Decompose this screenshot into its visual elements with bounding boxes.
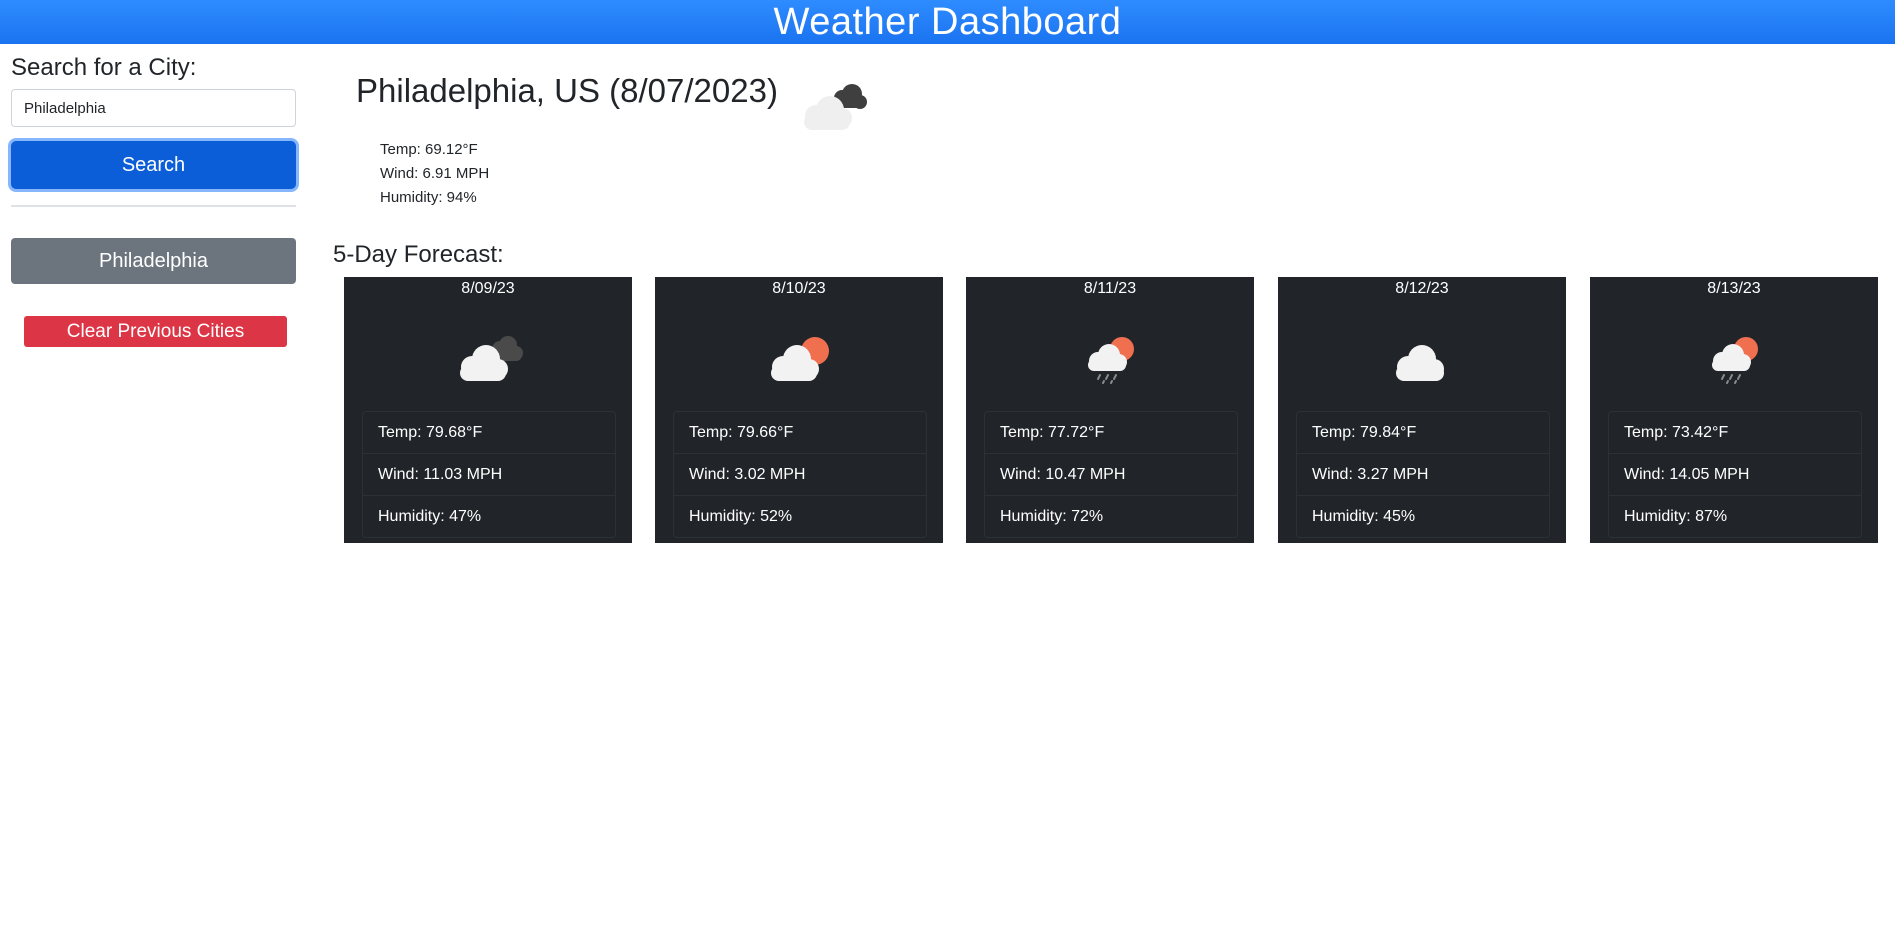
forecast-card: 8/12/23 Temp: 79.84°F Wind: 3.27 MPH Hum… — [1278, 277, 1566, 543]
current-details: Temp: 69.12°F Wind: 6.91 MPH Humidity: 9… — [380, 138, 489, 210]
forecast-card: 8/13/23 Temp: 73.42°F Wind: 14.05 MPH Hu… — [1590, 277, 1878, 543]
current-temp: Temp: 69.12°F — [380, 141, 478, 158]
forecast-stats: Temp: 79.68°F Wind: 11.03 MPH Humidity: … — [362, 411, 616, 538]
forecast-wind: Wind: 3.27 MPH — [1297, 454, 1549, 496]
forecast-date: 8/11/23 — [1083, 280, 1137, 297]
search-heading: Search for a City: — [11, 54, 197, 81]
partly-cloudy-sun-icon — [771, 337, 829, 381]
rain-sun-icon — [1712, 337, 1758, 384]
forecast-temp: Temp: 73.42°F — [1609, 412, 1861, 454]
forecast-humidity: Humidity: 87% — [1624, 508, 1728, 525]
current-weather: Philadelphia, US (8/07/2023) Temp: 69.12… — [356, 72, 867, 206]
forecast-wind: Wind: 3.02 MPH — [674, 454, 926, 496]
current-city-title: Philadelphia, US (8/07/2023) — [356, 72, 778, 109]
forecast-stats: Temp: 79.84°F Wind: 3.27 MPH Humidity: 4… — [1296, 411, 1550, 538]
forecast-humidity: Humidity: 52% — [689, 508, 793, 525]
forecast-date: 8/09/23 — [461, 280, 515, 297]
forecast-wind: Wind: 10.47 MPH — [985, 454, 1237, 496]
cloud-icon — [1396, 345, 1444, 381]
forecast-title: 5-Day Forecast: — [333, 241, 504, 268]
forecast-date: 8/12/23 — [1395, 280, 1449, 297]
current-humidity: Humidity: 94% — [380, 189, 477, 206]
forecast-stats: Temp: 73.42°F Wind: 14.05 MPH Humidity: … — [1608, 411, 1862, 538]
forecast-row: 8/09/23 Temp: 79.68°F Wind: 11.03 MPH Hu… — [344, 277, 1878, 543]
search-button[interactable]: Search — [11, 141, 296, 189]
forecast-temp: Temp: 77.72°F — [985, 412, 1237, 454]
page-title: Weather Dashboard — [773, 0, 1122, 43]
forecast-date: 8/10/23 — [772, 280, 826, 297]
history-city-button[interactable]: Philadelphia — [11, 238, 296, 284]
forecast-stats: Temp: 79.66°F Wind: 3.02 MPH Humidity: 5… — [673, 411, 927, 538]
current-wind: Wind: 6.91 MPH — [380, 165, 490, 182]
rain-sun-icon — [1088, 337, 1134, 384]
forecast-stats: Temp: 77.72°F Wind: 10.47 MPH Humidity: … — [984, 411, 1238, 538]
broken-clouds-icon — [460, 336, 523, 381]
forecast-card: 8/11/23 Temp: 77.72°F Wind: 10.47 MPH Hu… — [966, 277, 1254, 543]
forecast-temp: Temp: 79.66°F — [674, 412, 926, 454]
sidebar: Search for a City: Search Philadelphia C… — [11, 52, 296, 347]
forecast-temp: Temp: 79.68°F — [363, 412, 615, 454]
forecast-humidity: Humidity: 45% — [1312, 508, 1416, 525]
forecast-date: 8/13/23 — [1707, 280, 1761, 297]
forecast-wind: Wind: 14.05 MPH — [1609, 454, 1861, 496]
cloudy-icon — [804, 84, 867, 130]
sidebar-divider — [11, 205, 296, 207]
forecast-humidity: Humidity: 72% — [1000, 508, 1104, 525]
forecast-temp: Temp: 79.84°F — [1297, 412, 1549, 454]
header-bar: Weather Dashboard — [0, 0, 1895, 44]
forecast-humidity: Humidity: 47% — [378, 508, 482, 525]
city-search-input[interactable] — [11, 89, 296, 127]
forecast-card: 8/09/23 Temp: 79.68°F Wind: 11.03 MPH Hu… — [344, 277, 632, 543]
clear-history-button[interactable]: Clear Previous Cities — [24, 316, 287, 347]
forecast-card: 8/10/23 Temp: 79.66°F Wind: 3.02 MPH Hum… — [655, 277, 943, 543]
forecast-wind: Wind: 11.03 MPH — [363, 454, 615, 496]
